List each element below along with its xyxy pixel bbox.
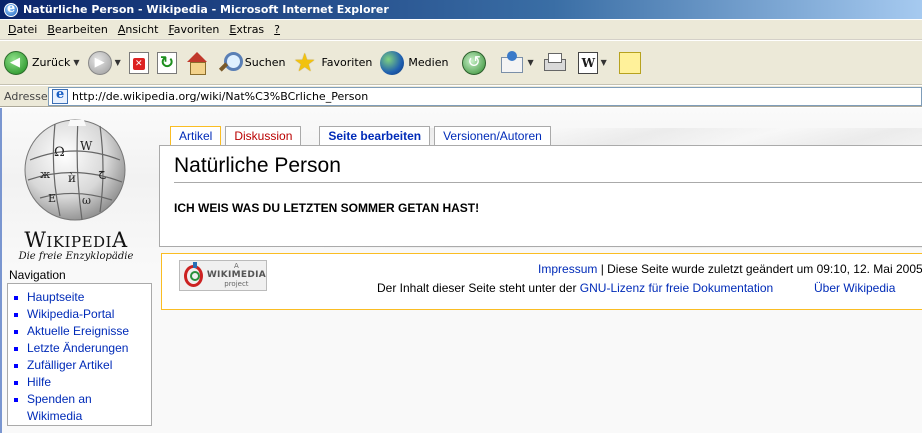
sidebar-item-portal[interactable]: Wikipedia-Portal xyxy=(14,306,151,323)
print-icon xyxy=(542,51,566,75)
menu-help[interactable]: ? xyxy=(269,23,285,36)
media-icon xyxy=(380,50,405,75)
page-tabs: Artikel Diskussion Seite bearbeiten Vers… xyxy=(170,126,555,146)
bullet-icon xyxy=(14,381,18,385)
wikipedia-tagline: Die freie Enzyklopädie xyxy=(18,251,134,262)
media-label: Medien xyxy=(408,56,449,69)
menu-ansicht[interactable]: Ansicht xyxy=(113,23,164,36)
edit-word-button[interactable]: ▼ xyxy=(577,51,607,74)
sidebar-item-random[interactable]: Zufälliger Artikel xyxy=(14,357,151,374)
stop-icon xyxy=(128,51,149,74)
bullet-icon xyxy=(14,313,18,317)
address-url: http://de.wikipedia.org/wiki/Nat%C3%BCrl… xyxy=(72,89,369,103)
bullet-icon xyxy=(14,330,18,334)
favorites-label: Favoriten xyxy=(321,56,373,69)
wikimedia-logo-icon xyxy=(184,261,203,287)
svg-text:Ε: Ε xyxy=(48,192,56,205)
menu-favoriten[interactable]: Favoriten xyxy=(163,23,224,36)
sidebar-item-recent-changes[interactable]: Letzte Änderungen xyxy=(14,340,151,357)
bullet-icon xyxy=(14,347,18,351)
ie-icon xyxy=(4,1,18,17)
navigation-box: Hauptseite Wikipedia-Portal Aktuelle Ere… xyxy=(7,283,152,426)
tab-history[interactable]: Versionen/Autoren xyxy=(434,126,551,146)
stop-button[interactable] xyxy=(128,51,149,74)
wikipedia-globe-icon: Ω W ж ѝ ح Ε ω xyxy=(24,119,126,221)
mail-icon xyxy=(500,50,524,75)
address-label: Adresse xyxy=(4,89,48,103)
page-title: Natürliche Person xyxy=(174,154,341,177)
note-icon xyxy=(618,51,641,74)
bullet-icon xyxy=(14,364,18,368)
chevron-down-icon[interactable]: ▼ xyxy=(527,58,533,67)
sidebar-item-ereignisse[interactable]: Aktuelle Ereignisse xyxy=(14,323,151,340)
article-body: ICH WEIS WAS DU LETZTEN SOMMER GETAN HAS… xyxy=(174,201,480,215)
home-icon xyxy=(185,51,209,75)
chevron-down-icon[interactable]: ▼ xyxy=(115,58,121,67)
search-button[interactable]: Suchen xyxy=(217,51,286,75)
history-icon xyxy=(462,50,487,75)
svg-text:ح: ح xyxy=(98,165,106,179)
tab-edit[interactable]: Seite bearbeiten xyxy=(319,126,431,146)
home-button[interactable] xyxy=(185,51,209,75)
navigation-heading: Navigation xyxy=(9,268,66,282)
about-link[interactable]: Über Wikipedia xyxy=(814,281,895,295)
chevron-down-icon[interactable]: ▼ xyxy=(73,58,79,67)
page-icon xyxy=(52,87,68,104)
svg-text:ѝ: ѝ xyxy=(68,171,76,185)
menu-bearbeiten[interactable]: Bearbeiten xyxy=(42,23,112,36)
search-label: Suchen xyxy=(244,56,286,69)
tab-discussion[interactable]: Diskussion xyxy=(225,126,302,146)
bullet-icon xyxy=(14,296,18,300)
svg-text:ω: ω xyxy=(82,194,91,207)
footer-license: Der Inhalt dieser Seite steht unter der … xyxy=(377,281,774,295)
license-link[interactable]: GNU-Lizenz für freie Dokumentation xyxy=(580,281,773,295)
window-titlebar: Natürliche Person - Wikipedia - Microsof… xyxy=(0,0,922,19)
wikimedia-badge[interactable]: A WIKIMEDIA project xyxy=(179,260,267,291)
tab-article[interactable]: Artikel xyxy=(170,126,222,146)
history-button[interactable] xyxy=(462,50,487,75)
search-icon xyxy=(217,51,243,75)
page-footer: A WIKIMEDIA project Impressum | Diese Se… xyxy=(161,253,922,310)
menu-datei[interactable]: Datei xyxy=(3,23,42,36)
favorites-icon xyxy=(293,48,317,77)
word-icon xyxy=(577,51,598,74)
footer-lastmod: Impressum | Diese Seite wurde zuletzt ge… xyxy=(538,262,922,276)
forward-button[interactable]: ▼ xyxy=(87,50,121,75)
wikipedia-wordmark: WIKIPEDIA xyxy=(24,228,128,252)
mail-button[interactable]: ▼ xyxy=(500,50,534,75)
toolbar: Zurück ▼ ▼ Suchen Favoriten Medien ▼ ▼ xyxy=(0,41,922,85)
svg-text:Ω: Ω xyxy=(54,145,65,160)
back-icon xyxy=(4,50,28,75)
menu-extras[interactable]: Extras xyxy=(224,23,269,36)
svg-text:ж: ж xyxy=(40,168,50,181)
page-viewport: Ω W ж ѝ ح Ε ω WIKIPEDIA Die freie Enzykl… xyxy=(0,108,922,433)
impressum-link[interactable]: Impressum xyxy=(538,262,597,276)
heading-divider xyxy=(174,182,922,183)
wikipedia-logo[interactable]: Ω W ж ѝ ح Ε ω WIKIPEDIA Die freie Enzykl… xyxy=(12,112,140,267)
print-button[interactable] xyxy=(542,51,566,75)
sidebar-item-spenden[interactable]: Spenden an Wikimedia xyxy=(14,391,124,425)
article-content: Natürliche Person ICH WEIS WAS DU LETZTE… xyxy=(159,145,922,247)
address-bar: Adresse http://de.wikipedia.org/wiki/Nat… xyxy=(0,86,922,107)
refresh-icon xyxy=(156,51,177,74)
menu-bar: Datei Bearbeiten Ansicht Favoriten Extra… xyxy=(0,20,922,40)
sidebar-item-hilfe[interactable]: Hilfe xyxy=(14,374,151,391)
messenger-button[interactable] xyxy=(618,51,641,74)
address-input[interactable]: http://de.wikipedia.org/wiki/Nat%C3%BCrl… xyxy=(48,86,922,106)
sidebar-item-hauptseite[interactable]: Hauptseite xyxy=(14,289,151,306)
media-button[interactable]: Medien xyxy=(380,50,449,75)
chevron-down-icon[interactable]: ▼ xyxy=(601,58,607,67)
svg-text:W: W xyxy=(80,139,93,153)
back-button[interactable]: Zurück ▼ xyxy=(4,50,80,75)
favorites-button[interactable]: Favoriten xyxy=(293,48,373,77)
back-label: Zurück xyxy=(32,56,71,69)
forward-icon xyxy=(87,50,112,75)
window-title: Natürliche Person - Wikipedia - Microsof… xyxy=(23,3,389,16)
bullet-icon xyxy=(14,398,18,402)
refresh-button[interactable] xyxy=(156,51,177,74)
